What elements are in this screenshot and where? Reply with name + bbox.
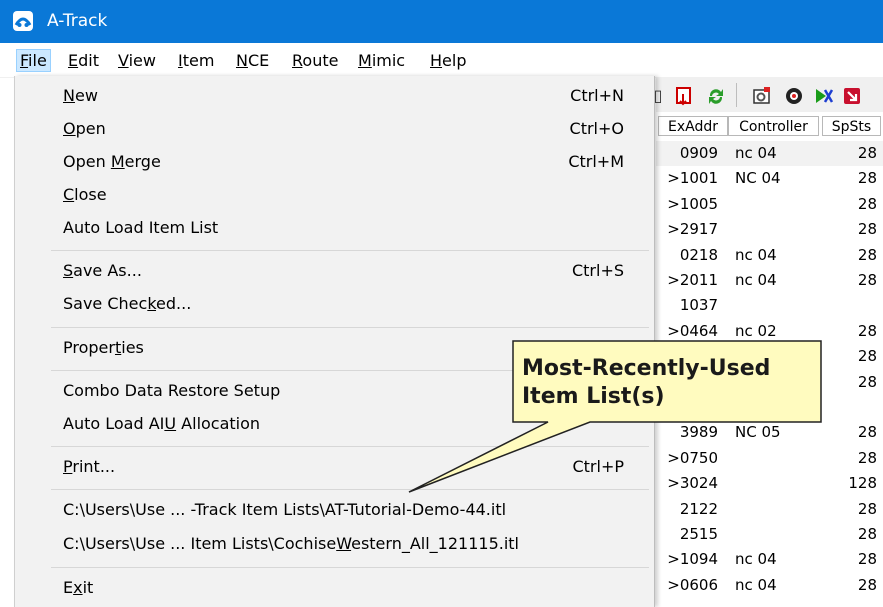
callout-line-2: Item List(s) [522, 384, 665, 409]
callout-line-1: Most-Recently-Used [522, 356, 771, 381]
callout-text: Most-Recently-Used Item List(s) [522, 355, 770, 411]
callout-annotation [408, 340, 822, 493]
